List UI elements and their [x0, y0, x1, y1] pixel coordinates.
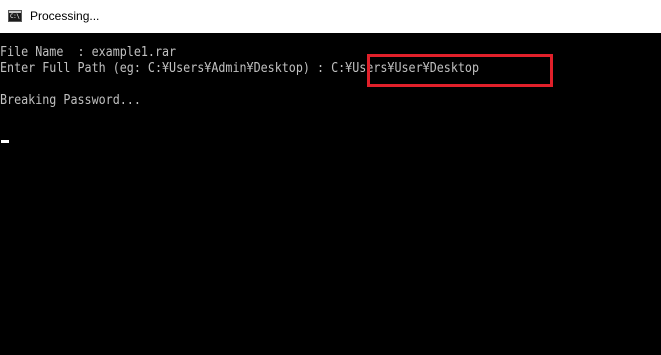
status-line: Breaking Password...	[0, 93, 141, 108]
console-output-area[interactable]: File Name : example1.rar Enter Full Path…	[0, 33, 661, 355]
path-prompt-label: Enter Full Path (eg: C:¥Users¥Admin¥Desk…	[0, 61, 332, 76]
path-highlight-box	[367, 54, 553, 87]
file-name-value: example1.rar	[91, 45, 177, 60]
console-window: C:\ Processing... File Name : example1.r…	[0, 0, 661, 355]
title-bar[interactable]: C:\ Processing...	[0, 0, 661, 33]
file-name-line: File Name : example1.rar	[0, 45, 176, 61]
file-name-label: File Name :	[0, 45, 92, 60]
text-cursor	[1, 140, 9, 143]
console-icon-prompt: C:\	[10, 13, 20, 20]
console-icon[interactable]: C:\	[8, 10, 22, 22]
window-title: Processing...	[30, 9, 100, 23]
